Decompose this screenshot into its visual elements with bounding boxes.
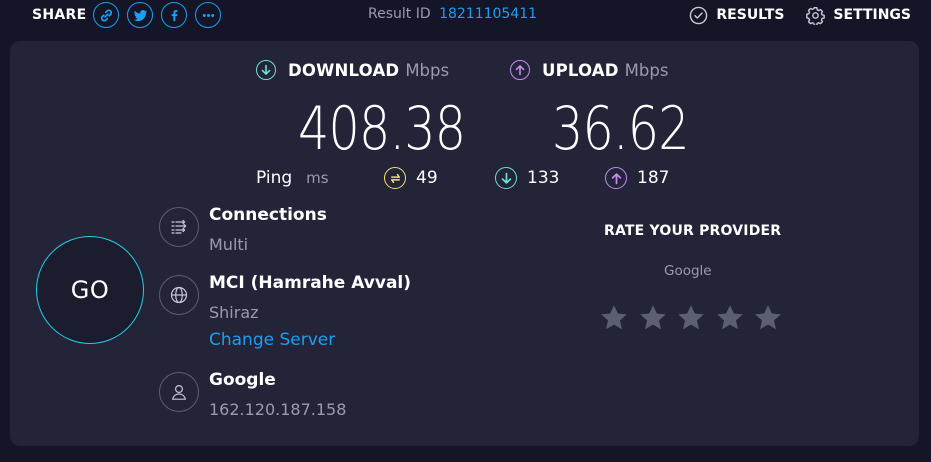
ping-idle: 49 <box>384 165 438 191</box>
ping-download: 133 <box>495 165 559 191</box>
results-card: DOWNLOAD Mbps 408.38 UPLOAD Mbps 36.62 P… <box>10 41 919 446</box>
upload-unit: Mbps <box>624 60 669 80</box>
upload-arrow-icon <box>510 60 530 80</box>
server-name: MCI (Hamrahe Avval) <box>209 273 412 293</box>
settings-button[interactable]: SETTINGS <box>806 6 911 25</box>
download-label: DOWNLOAD <box>288 60 400 80</box>
star-2-icon[interactable] <box>638 303 668 333</box>
upload-ping-icon <box>605 167 627 189</box>
more-icon[interactable] <box>195 2 222 28</box>
upload-block: UPLOAD Mbps 36.62 <box>510 59 690 159</box>
user-icon <box>159 372 199 412</box>
download-unit: Mbps <box>405 60 450 80</box>
settings-label: SETTINGS <box>833 7 911 23</box>
upload-label: UPLOAD <box>542 60 619 80</box>
result-id-value[interactable]: 18211105411 <box>439 6 537 22</box>
client-provider: Google <box>209 370 276 390</box>
rate-provider-title: RATE YOUR PROVIDER <box>604 223 782 239</box>
download-value: 408.38 <box>298 94 466 164</box>
star-3-icon[interactable] <box>676 303 706 333</box>
star-1-icon[interactable] <box>599 303 629 333</box>
ping-upload-value: 187 <box>637 168 670 188</box>
star-rating <box>599 303 792 333</box>
client-ip: 162.120.187.158 <box>209 400 347 419</box>
results-label: RESULTS <box>716 7 785 23</box>
share-label: SHARE <box>32 7 87 23</box>
rate-provider-name: Google <box>664 263 712 279</box>
result-id-label: Result ID <box>368 6 431 22</box>
facebook-icon[interactable] <box>161 2 188 28</box>
ping-label: Ping <box>256 168 293 188</box>
connections-title: Connections <box>209 205 327 225</box>
upload-value: 36.62 <box>552 94 690 164</box>
download-ping-icon <box>495 167 517 189</box>
change-server-link[interactable]: Change Server <box>209 330 335 350</box>
ping-upload: 187 <box>605 165 669 191</box>
results-button[interactable]: RESULTS <box>689 6 784 25</box>
connections-value: Multi <box>209 235 249 254</box>
result-id: Result ID 18211105411 <box>368 6 537 22</box>
twitter-icon[interactable] <box>127 2 154 28</box>
idle-ping-icon <box>384 167 406 189</box>
star-5-icon[interactable] <box>753 303 783 333</box>
globe-icon <box>159 275 199 315</box>
share-section: SHARE <box>32 0 229 30</box>
connections-icon <box>159 207 199 247</box>
star-4-icon[interactable] <box>715 303 745 333</box>
server-city: Shiraz <box>209 303 259 322</box>
download-block: DOWNLOAD Mbps 408.38 <box>256 59 466 159</box>
top-bar: SHARE Result ID 18211105411 RESULTS SETT… <box>0 0 931 32</box>
gear-icon <box>806 6 826 25</box>
download-arrow-icon <box>256 60 276 80</box>
ping-row: Ping ms 49 133 187 <box>256 165 669 191</box>
ping-unit: ms <box>306 169 329 187</box>
go-button[interactable]: GO <box>36 236 144 344</box>
top-right-nav: RESULTS SETTINGS <box>667 0 911 30</box>
check-circle-icon <box>690 6 708 24</box>
link-icon[interactable] <box>93 2 120 28</box>
ping-download-value: 133 <box>527 168 560 188</box>
ping-idle-value: 49 <box>416 168 438 188</box>
